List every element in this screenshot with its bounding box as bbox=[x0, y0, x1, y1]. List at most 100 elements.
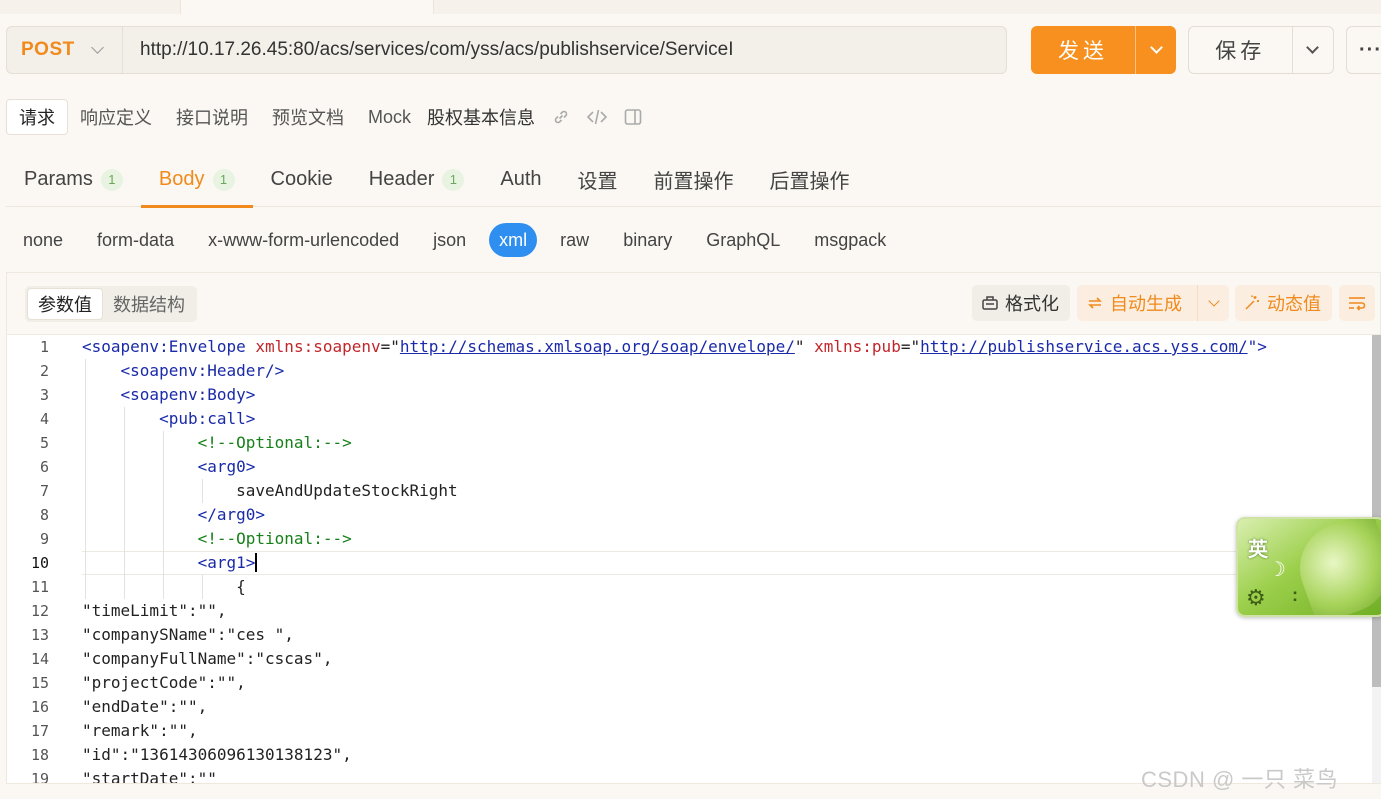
format-icon bbox=[982, 296, 998, 310]
moon-icon[interactable]: ☽ bbox=[1268, 557, 1286, 582]
scrollbar-thumb[interactable] bbox=[1372, 335, 1381, 687]
subtab-mock[interactable]: Mock bbox=[356, 99, 423, 135]
line-number: 16 bbox=[30, 698, 49, 716]
tab-header[interactable]: Header 1 bbox=[351, 152, 483, 207]
code-line: <arg0> bbox=[82, 455, 1372, 479]
body-type-graphql[interactable]: GraphQL bbox=[689, 223, 797, 257]
wrap-icon bbox=[1349, 297, 1366, 311]
subtab-label: 响应定义 bbox=[80, 108, 152, 128]
value-mode-toggle: 参数值 数据结构 bbox=[25, 286, 197, 322]
tab-body[interactable]: Body 1 bbox=[140, 152, 253, 208]
refresh-icon bbox=[1088, 297, 1102, 309]
line-number: 8 bbox=[39, 506, 49, 524]
body-type-none[interactable]: none bbox=[6, 223, 80, 257]
tab-settings[interactable]: 设置 bbox=[560, 152, 636, 207]
save-dropdown-button[interactable] bbox=[1291, 27, 1333, 73]
code-line: <!--Optional:--> bbox=[82, 527, 1372, 551]
ime-language-label[interactable]: 英 bbox=[1248, 533, 1268, 562]
split-view-icon[interactable] bbox=[615, 99, 651, 135]
count-badge: 1 bbox=[212, 168, 235, 191]
method-select[interactable]: POST bbox=[7, 27, 123, 73]
api-title-text: 股权基本信息 bbox=[427, 108, 536, 128]
line-number: 9 bbox=[39, 530, 49, 548]
line-number: 3 bbox=[39, 386, 49, 404]
code-line: saveAndUpdateStockRight bbox=[82, 479, 1372, 503]
xml-text: "endDate":"", bbox=[82, 697, 208, 716]
auto-generate-button[interactable]: 自动生成 bbox=[1077, 285, 1229, 321]
code-line: "timeLimit":"", bbox=[82, 599, 1372, 623]
subtab-request[interactable]: 请求 bbox=[6, 99, 68, 135]
code-line: "endDate":"", bbox=[82, 695, 1372, 719]
body-type-msgpack[interactable]: msgpack bbox=[797, 223, 903, 257]
gear-icon[interactable]: ⚙ bbox=[1246, 585, 1266, 611]
xml-text: "timeLimit":"", bbox=[82, 601, 227, 620]
text-cursor bbox=[255, 552, 258, 572]
code-editor[interactable]: 1 2 3 4 5 6 7 8 9 10 11 12 13 14 15 16 1… bbox=[7, 335, 1372, 783]
send-button[interactable]: 发送 bbox=[1031, 26, 1176, 74]
line-number: 5 bbox=[39, 434, 49, 452]
body-type-urlencoded[interactable]: x-www-form-urlencoded bbox=[191, 223, 416, 257]
body-type-xml[interactable]: xml bbox=[489, 223, 538, 257]
window-tab-strip bbox=[0, 0, 1381, 14]
body-type-raw[interactable]: raw bbox=[543, 223, 606, 257]
xml-tag: </arg0> bbox=[197, 505, 266, 524]
link-icon[interactable] bbox=[543, 99, 579, 135]
code-line: <soapenv:Header/> bbox=[82, 359, 1372, 383]
tab-label: 前置操作 bbox=[653, 171, 734, 193]
xml-attr: xmlns:soapenv bbox=[255, 337, 381, 356]
chevron-down-icon bbox=[1306, 41, 1320, 54]
xml-comment: <!--Optional:--> bbox=[197, 529, 352, 548]
subtab-preview-doc[interactable]: 预览文档 bbox=[260, 99, 356, 135]
body-type-selector: none form-data x-www-form-urlencoded jso… bbox=[6, 222, 903, 258]
tab-label: 设置 bbox=[577, 171, 618, 193]
dynamic-value-button[interactable]: 动态值 bbox=[1235, 285, 1332, 321]
line-number: 11 bbox=[30, 578, 49, 596]
magic-wand-icon bbox=[1245, 295, 1259, 310]
body-type-binary[interactable]: binary bbox=[606, 223, 689, 257]
word-wrap-button[interactable] bbox=[1339, 285, 1375, 321]
tab-label: 后置操作 bbox=[769, 171, 850, 193]
body-type-json[interactable]: json bbox=[416, 223, 483, 257]
xml-attr: xmlns:pub bbox=[814, 337, 901, 356]
editor-toolbar: 参数值 数据结构 格式化 自动生成 动态值 bbox=[7, 273, 1380, 335]
ime-toolbar[interactable]: 英 ☽ ⚙ : bbox=[1236, 517, 1381, 617]
tab-params[interactable]: Params 1 bbox=[6, 152, 141, 207]
line-number: 17 bbox=[30, 722, 49, 740]
auto-generate-dropdown[interactable] bbox=[1197, 285, 1229, 321]
format-button[interactable]: 格式化 bbox=[972, 285, 1070, 321]
punctuation-icon[interactable]: : bbox=[1292, 585, 1298, 606]
line-number: 12 bbox=[30, 602, 49, 620]
mode-structure[interactable]: 数据结构 bbox=[103, 288, 195, 320]
xml-text: "id":"1361430609613013812З", bbox=[82, 745, 352, 764]
xml-text: "companyFullName":"cscas", bbox=[82, 649, 333, 668]
tab-cookie[interactable]: Cookie bbox=[253, 152, 351, 207]
auto-generate-label: 自动生成 bbox=[1110, 294, 1182, 314]
xml-text: "startDate":"" bbox=[82, 769, 217, 783]
subtab-api-description[interactable]: 接口说明 bbox=[164, 99, 260, 135]
xml-tag: <soapenv:Header/> bbox=[120, 361, 285, 380]
code-line: "companySName":"ces ", bbox=[82, 623, 1372, 647]
code-line: "companyFullName":"cscas", bbox=[82, 647, 1372, 671]
line-number: 2 bbox=[39, 362, 49, 380]
subtab-label: Mock bbox=[368, 106, 412, 127]
code-line: <pub:call> bbox=[82, 407, 1372, 431]
tab-pre-operations[interactable]: 前置操作 bbox=[636, 152, 752, 207]
url-input[interactable] bbox=[123, 27, 1006, 73]
subtab-label: 请求 bbox=[19, 108, 55, 128]
code-lines: <soapenv:Envelope xmlns:soapenv="http://… bbox=[82, 335, 1372, 783]
xml-text: "remark":"", bbox=[82, 721, 198, 740]
subtab-response-definition[interactable]: 响应定义 bbox=[68, 99, 164, 135]
xml-namespace-link[interactable]: http://publishservice.acs.yss.com/ bbox=[920, 337, 1248, 356]
send-label: 发送 bbox=[1058, 40, 1108, 63]
tab-auth[interactable]: Auth bbox=[482, 152, 559, 207]
active-window-tab[interactable] bbox=[180, 0, 434, 14]
mode-values[interactable]: 参数值 bbox=[27, 288, 103, 320]
more-button[interactable]: ··· bbox=[1346, 26, 1381, 74]
send-dropdown-button[interactable] bbox=[1135, 26, 1176, 74]
save-button[interactable]: 保存 bbox=[1188, 26, 1334, 74]
body-type-form-data[interactable]: form-data bbox=[80, 223, 191, 257]
tab-post-operations[interactable]: 后置操作 bbox=[752, 152, 868, 207]
xml-namespace-link[interactable]: http://schemas.xmlsoap.org/soap/envelope… bbox=[400, 337, 795, 356]
code-icon[interactable] bbox=[579, 99, 615, 135]
chevron-down-icon bbox=[1149, 41, 1163, 54]
